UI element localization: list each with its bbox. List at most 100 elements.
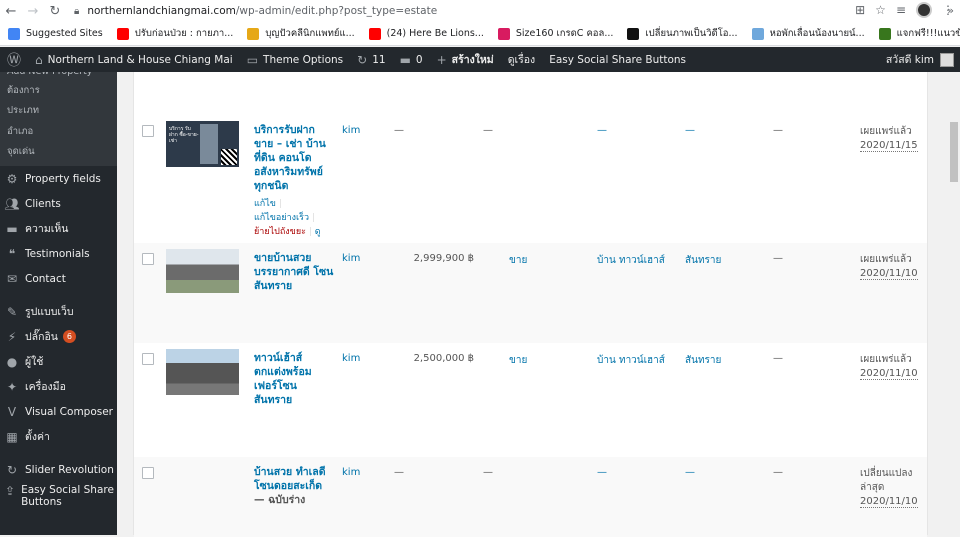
sidebar-item[interactable]: ↻ Slider Revolution bbox=[0, 457, 117, 482]
reading-list-icon[interactable]: ≡ bbox=[896, 3, 906, 17]
highlight-cell: — bbox=[773, 253, 783, 264]
wp-logo-icon[interactable]: Ⓦ bbox=[0, 47, 28, 72]
sidebar-item[interactable]: 👥︎ Clients bbox=[0, 191, 117, 216]
view-link[interactable]: ดู bbox=[315, 227, 321, 237]
bookmark-icon bbox=[751, 27, 764, 40]
site-name-link[interactable]: ⌂ Northern Land & House Chiang Mai bbox=[28, 47, 240, 72]
post-title-link[interactable]: บริการรับฝาก ขาย – เช่า บ้าน ที่ดิน คอนโ… bbox=[254, 123, 334, 193]
sidebar-item[interactable]: ⚙ Property fields bbox=[0, 166, 117, 191]
property-thumbnail[interactable]: บริการ รับฝาก ซื้อ-ขาย-เช่า bbox=[166, 121, 239, 167]
area-cell[interactable]: สันทราย bbox=[685, 253, 721, 268]
listing-type-cell[interactable]: ขาย bbox=[509, 253, 527, 268]
property-thumbnail[interactable] bbox=[166, 249, 239, 293]
sidebar-item[interactable]: ⚡︎ ปลั๊กอิน 6 bbox=[0, 324, 117, 349]
bookmark-item[interactable]: (24) Here Be Lions... bbox=[368, 27, 484, 40]
quick-edit-link[interactable]: แก้ไขอย่างเร็ว bbox=[254, 213, 309, 223]
back-icon[interactable]: ← bbox=[0, 0, 22, 22]
bookmark-item[interactable]: ปรับก่อนป่วย : กายภา... bbox=[116, 26, 233, 41]
new-content-link[interactable]: + สร้างใหม่ bbox=[430, 47, 501, 72]
trash-link[interactable]: ย้ายไปถังขยะ bbox=[254, 227, 306, 237]
url-path: /wp-admin/edit.php?post_type=estate bbox=[235, 5, 438, 17]
browser-toolbar: ← → ↻ 🔒︎ northernlandchiangmai.com /wp-a… bbox=[0, 0, 960, 22]
bookmark-item[interactable]: หอพักเลื่อนน้องนายน์... bbox=[751, 26, 865, 41]
post-date: 2020/11/15 bbox=[860, 140, 918, 152]
property-type-cell[interactable]: บ้าน ทาวน์เฮาส์ bbox=[597, 353, 665, 368]
post-title-link[interactable]: บ้านสวย ทำเลดี โซนดอยสะเก็ด — ฉบับร่าง bbox=[254, 465, 334, 507]
profile-avatar[interactable] bbox=[916, 2, 932, 18]
comment-icon: ▬ bbox=[399, 52, 411, 67]
listing-type-cell[interactable]: ขาย bbox=[509, 353, 527, 368]
post-title-link[interactable]: ทาวน์เฮ้าส์ ตกแต่งพร้อม เฟอร์โซน สันทราย bbox=[254, 351, 334, 407]
area-cell[interactable]: สันทราย bbox=[685, 353, 721, 368]
author-link[interactable]: kim bbox=[342, 353, 360, 364]
row-checkbox[interactable] bbox=[142, 253, 154, 265]
refresh-icon: ↻ bbox=[6, 462, 18, 477]
submenu-item[interactable]: ประเภท bbox=[0, 101, 117, 122]
row-checkbox[interactable] bbox=[142, 353, 154, 365]
row-checkbox[interactable] bbox=[142, 125, 154, 137]
bookmark-item[interactable]: เปลี่ยนภาพเป็นวิดีโอ... bbox=[627, 26, 738, 41]
bookmark-icon bbox=[8, 27, 20, 40]
bookmark-icon bbox=[878, 27, 891, 40]
address-bar[interactable]: 🔒︎ northernlandchiangmai.com /wp-admin/e… bbox=[74, 5, 437, 17]
wrench-icon: ✦ bbox=[6, 379, 18, 394]
account-greeting[interactable]: สวัสดี kim bbox=[886, 51, 934, 68]
sidebar-item[interactable]: ✉ Contact bbox=[0, 266, 117, 291]
sidebar-item[interactable]: ⇪ Easy Social Share Buttons bbox=[0, 482, 117, 516]
post-date: 2020/11/10 bbox=[860, 496, 918, 508]
easy-social-link[interactable]: Easy Social Share Buttons bbox=[542, 47, 693, 72]
edit-link[interactable]: แก้ไข bbox=[254, 199, 276, 209]
sidebar-item[interactable]: ▦ ตั้งค่า bbox=[0, 424, 117, 449]
comments-link[interactable]: ▬ 0 bbox=[393, 47, 430, 72]
view-link[interactable]: ดูเรื่อง bbox=[501, 47, 542, 72]
post-date: 2020/11/10 bbox=[860, 268, 918, 280]
plugin-icon: ⚡︎ bbox=[7, 329, 17, 344]
forward-icon[interactable]: → bbox=[22, 0, 44, 22]
translate-icon[interactable]: ⊞ bbox=[855, 3, 865, 17]
row-checkbox[interactable] bbox=[142, 467, 154, 479]
posts-table: บริการ รับฝาก ซื้อ-ขาย-เช่า บริการรับฝาก… bbox=[133, 72, 928, 537]
sidebar-item[interactable]: ❝ Testimonials bbox=[0, 241, 117, 266]
bookmark-icon bbox=[627, 27, 640, 40]
price-cell: — bbox=[394, 125, 404, 136]
update-badge: 6 bbox=[62, 330, 76, 343]
author-link[interactable]: kim bbox=[342, 467, 360, 478]
submenu-item[interactable]: อำเภอ bbox=[0, 121, 117, 142]
property-type-cell[interactable]: บ้าน ทาวน์เฮาส์ bbox=[597, 253, 665, 268]
sidebar-item[interactable]: ✦ เครื่องมือ bbox=[0, 374, 117, 399]
table-row: ทาวน์เฮ้าส์ ตกแต่งพร้อม เฟอร์โซน สันทราย… bbox=[134, 343, 927, 457]
bookmark-icon bbox=[247, 27, 260, 40]
highlight-cell: — bbox=[773, 353, 783, 364]
plus-icon: + bbox=[436, 52, 447, 67]
bookmark-item[interactable]: Size160 เกรดC คอล... bbox=[497, 26, 613, 41]
reload-icon[interactable]: ↻ bbox=[44, 0, 66, 22]
sidebar-item[interactable]: ✎ รูปแบบเว็บ bbox=[0, 299, 117, 324]
date-cell: เผยแพร่แล้ว 2020/11/10 bbox=[860, 353, 930, 381]
post-title-link[interactable]: ขายบ้านสวย บรรยากาศดี โซนสันทราย bbox=[254, 251, 334, 293]
bookmark-item[interactable]: แจกฟรี!!!แนวข้อสอบ... bbox=[878, 26, 960, 41]
bookmark-item[interactable]: บุญปัวคลีนิกแพทย์แ... bbox=[247, 26, 355, 41]
bookmarks-more-icon[interactable]: » bbox=[947, 4, 954, 17]
theme-options-link[interactable]: ▭ Theme Options bbox=[240, 47, 350, 72]
author-link[interactable]: kim bbox=[342, 125, 360, 136]
submenu-item[interactable]: จุดเด่น bbox=[0, 142, 117, 163]
page-scrollbar[interactable] bbox=[948, 72, 960, 535]
submenu-item[interactable]: Add New Property bbox=[0, 72, 117, 80]
mail-icon: ✉ bbox=[6, 271, 18, 286]
submenu-item[interactable]: ต้องการ bbox=[0, 80, 117, 101]
bookmark-item[interactable]: Suggested Sites bbox=[8, 27, 103, 40]
author-link[interactable]: kim bbox=[342, 253, 360, 264]
property-thumbnail[interactable] bbox=[166, 349, 239, 395]
sidebar-item[interactable]: ▬ ความเห็น bbox=[0, 216, 117, 241]
star-icon[interactable]: ☆ bbox=[875, 3, 886, 17]
updates-link[interactable]: ↻ 11 bbox=[350, 47, 392, 72]
bookmarks-bar: Suggested Sites ปรับก่อนป่วย : กายภา... บุ… bbox=[0, 22, 960, 46]
sidebar-item[interactable]: V Visual Composer bbox=[0, 399, 117, 424]
quote-icon: ❝ bbox=[8, 246, 16, 261]
gear-icon: ⚙ bbox=[6, 171, 18, 186]
main-content: บริการ รับฝาก ซื้อ-ขาย-เช่า บริการรับฝาก… bbox=[117, 72, 960, 537]
sidebar-item[interactable]: ● ผู้ใช้ bbox=[0, 349, 117, 374]
avatar[interactable] bbox=[940, 52, 954, 67]
url-domain: northernlandchiangmai.com bbox=[87, 5, 236, 17]
listing-type-cell: — bbox=[483, 125, 493, 136]
